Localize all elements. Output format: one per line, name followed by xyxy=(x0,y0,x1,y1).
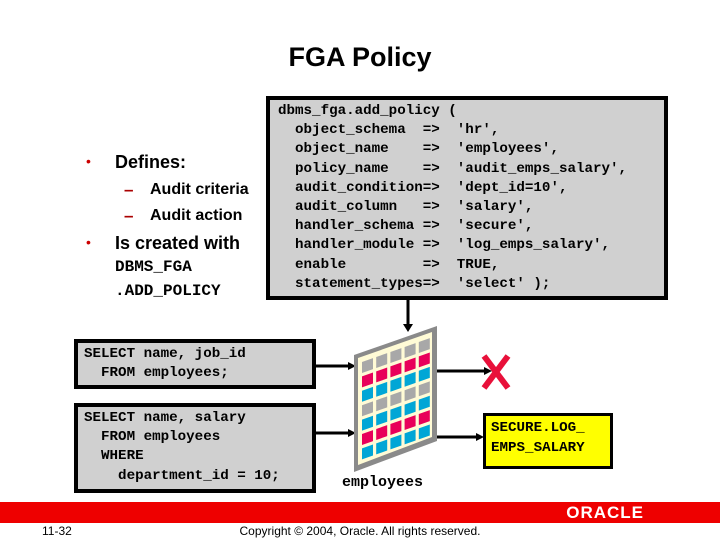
query-box-2: SELECT name, salary FROM employees WHERE… xyxy=(74,403,316,493)
handler-label: SECURE.LOG_ EMPS_SALARY xyxy=(491,420,585,456)
query-1-code: SELECT name, job_id FROM employees; xyxy=(84,346,246,382)
copyright: Copyright © 2004, Oracle. All rights res… xyxy=(239,524,481,538)
table-label: employees xyxy=(342,474,424,491)
query-box-1: SELECT name, job_id FROM employees; xyxy=(74,339,316,389)
arrowhead xyxy=(403,324,413,332)
oracle-logo: ORACLE xyxy=(566,503,644,522)
handler-box: SECURE.LOG_ EMPS_SALARY xyxy=(483,413,613,469)
query-2-code: SELECT name, salary FROM employees WHERE… xyxy=(84,410,280,484)
